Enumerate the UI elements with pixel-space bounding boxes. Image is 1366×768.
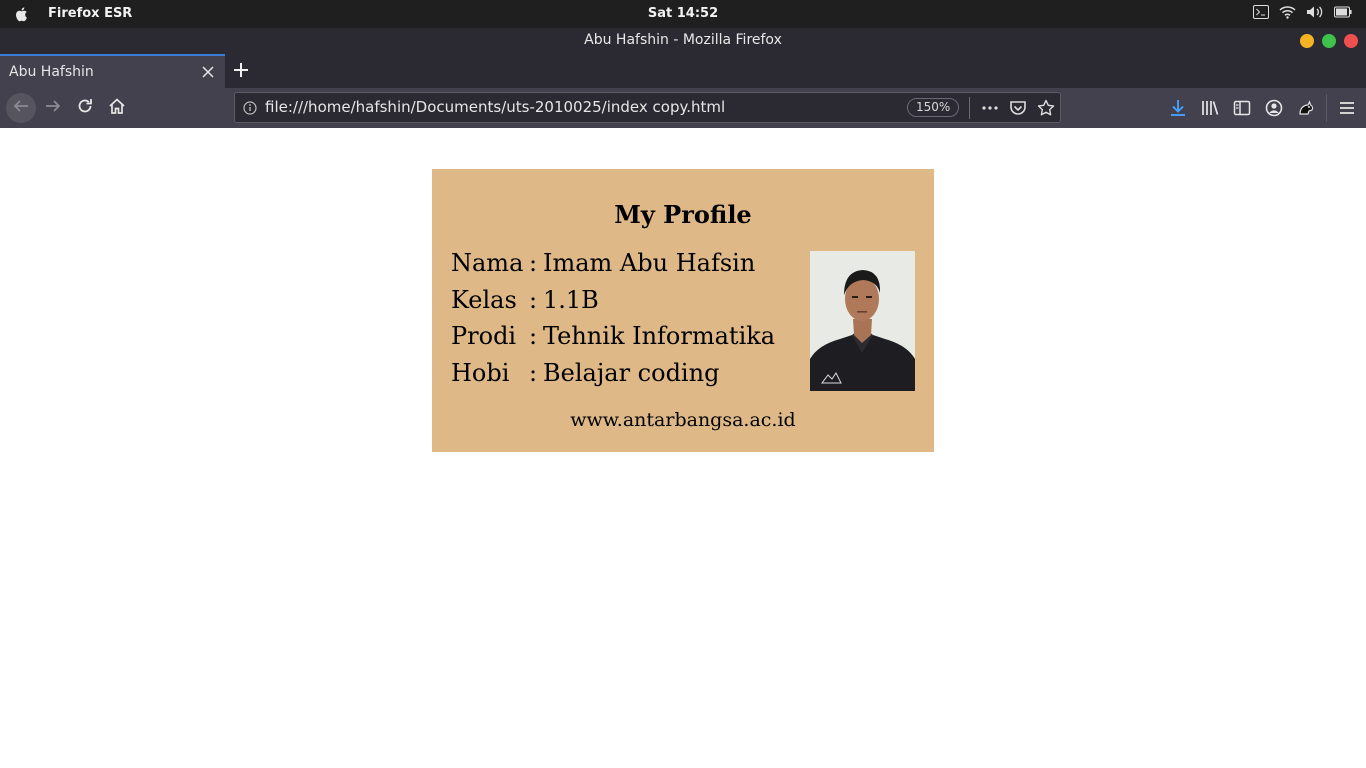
- tab-abu-hafshin[interactable]: Abu Hafshin: [0, 54, 225, 88]
- forward-icon: [44, 97, 62, 119]
- row-value: 1.1B: [543, 285, 599, 314]
- library-icon[interactable]: [1200, 98, 1220, 118]
- battery-icon[interactable]: [1334, 6, 1352, 18]
- volume-icon[interactable]: [1306, 5, 1324, 19]
- url-bar-divider: [969, 97, 970, 119]
- terminal-icon[interactable]: [1253, 5, 1269, 19]
- row-colon: :: [529, 358, 538, 387]
- profile-title: My Profile: [614, 200, 752, 229]
- system-tray: [1253, 5, 1352, 19]
- sidebar-icon[interactable]: [1232, 98, 1252, 118]
- system-clock[interactable]: Sat 14:52: [0, 6, 1366, 21]
- back-icon: [12, 97, 30, 119]
- home-button[interactable]: [105, 96, 129, 120]
- home-icon: [108, 97, 126, 119]
- profile-row-prodi: Prodi: Tehnik Informatika: [451, 322, 775, 359]
- extension-icon[interactable]: [1296, 98, 1316, 118]
- navigation-toolbar: file:///home/hafshin/Documents/uts-20100…: [0, 88, 1366, 128]
- row-colon: :: [529, 285, 538, 314]
- row-label: Nama: [451, 249, 524, 277]
- tab-strip: Abu Hafshin: [0, 54, 1366, 88]
- download-icon[interactable]: [1168, 98, 1188, 118]
- forward-button[interactable]: [41, 96, 65, 120]
- close-window-button[interactable]: [1344, 34, 1358, 48]
- profile-card: My Profile Nama: Imam Abu Hafsin Kelas:1.…: [432, 169, 934, 452]
- account-icon[interactable]: [1264, 98, 1284, 118]
- profile-row-kelas: Kelas:1.1B: [451, 286, 775, 323]
- window-title: Abu Hafshin - Mozilla Firefox: [584, 32, 782, 48]
- page-actions-icon[interactable]: [981, 99, 999, 117]
- row-colon: :: [529, 322, 538, 350]
- apple-icon[interactable]: [13, 5, 31, 23]
- active-app-name[interactable]: Firefox ESR: [48, 6, 132, 21]
- profile-photo: [810, 251, 915, 391]
- back-button[interactable]: [6, 93, 36, 123]
- tab-label: Abu Hafshin: [9, 64, 94, 80]
- site-info-icon[interactable]: [243, 101, 257, 115]
- maximize-button[interactable]: [1322, 34, 1336, 48]
- row-label: Hobi: [451, 358, 510, 387]
- profile-row-nama: Nama: Imam Abu Hafsin: [451, 249, 775, 286]
- row-colon: :: [529, 249, 538, 277]
- reload-button[interactable]: [73, 96, 97, 120]
- wifi-icon[interactable]: [1279, 5, 1296, 19]
- row-value: Imam Abu Hafsin: [543, 249, 756, 277]
- zoom-level-badge[interactable]: 150%: [907, 98, 960, 117]
- row-label: Prodi: [451, 322, 517, 350]
- reload-icon: [76, 97, 94, 119]
- system-top-bar: Firefox ESR Sat 14:52: [0, 0, 1366, 28]
- menu-icon[interactable]: [1337, 98, 1357, 118]
- profile-footer-url: www.antarbangsa.ac.id: [570, 409, 796, 431]
- profile-row-hobi: Hobi: Belajar coding: [451, 359, 775, 396]
- profile-details: Nama: Imam Abu Hafsin Kelas:1.1B Prodi: Te…: [451, 249, 775, 395]
- row-label: Kelas: [451, 285, 517, 314]
- row-value: Tehnik Informatika: [543, 322, 776, 350]
- row-value: Belajar coding: [543, 358, 720, 387]
- bookmark-star-icon[interactable]: [1037, 99, 1055, 117]
- new-tab-button[interactable]: [231, 60, 251, 80]
- page-viewport: My Profile Nama: Imam Abu Hafsin Kelas:1.…: [0, 128, 1366, 768]
- window-title-bar: Abu Hafshin - Mozilla Firefox: [0, 28, 1366, 54]
- url-bar[interactable]: file:///home/hafshin/Documents/uts-20100…: [234, 92, 1061, 123]
- pocket-icon[interactable]: [1009, 99, 1027, 117]
- toolbar-divider: [1326, 94, 1327, 122]
- url-text[interactable]: file:///home/hafshin/Documents/uts-20100…: [265, 98, 725, 116]
- minimize-button[interactable]: [1300, 34, 1314, 48]
- close-tab-icon[interactable]: [201, 65, 215, 79]
